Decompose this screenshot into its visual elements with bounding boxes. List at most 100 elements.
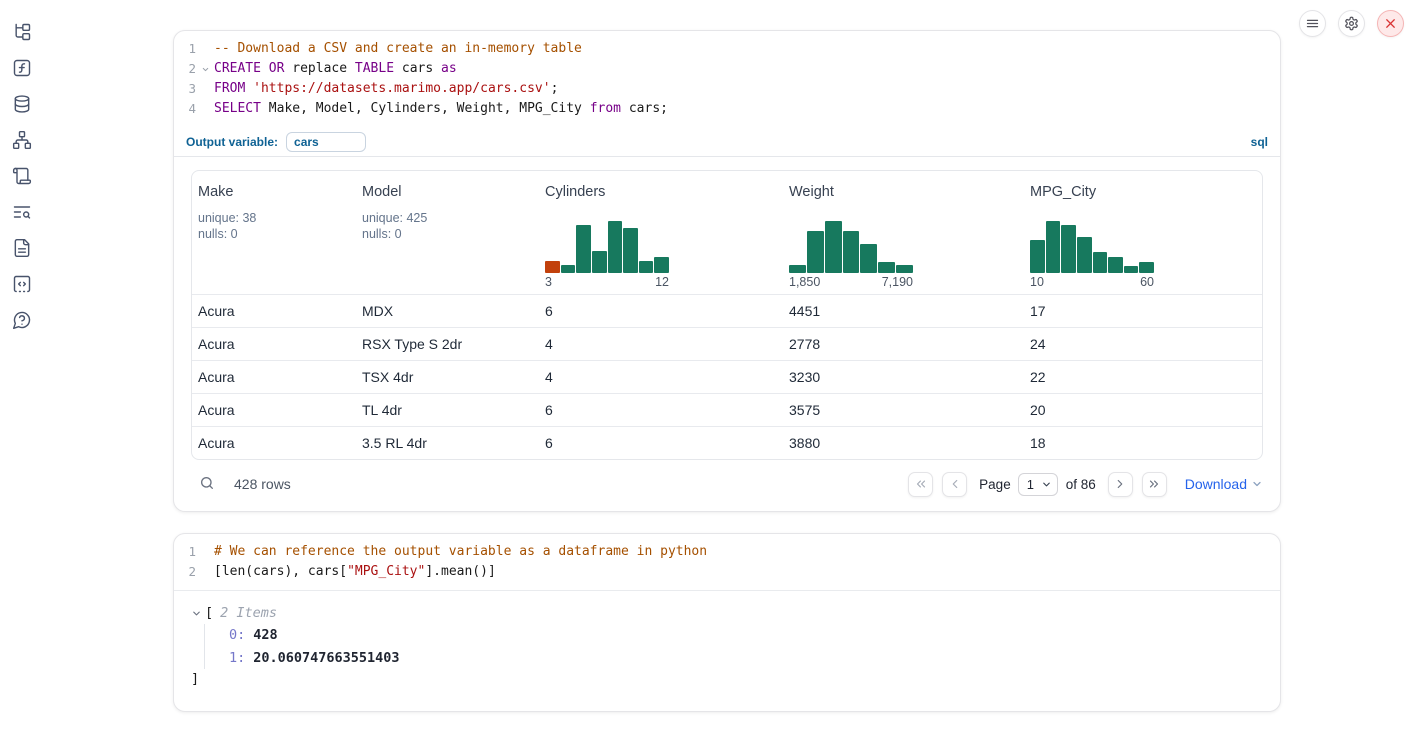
output-variable-input[interactable] <box>286 132 366 152</box>
histogram-max-label: 60 <box>1140 275 1154 289</box>
histogram-bar <box>545 261 560 273</box>
column-stat: unique: 425 <box>362 210 533 226</box>
help-icon[interactable] <box>12 310 32 330</box>
list-open-bracket: [ <box>205 605 213 621</box>
histogram-bar <box>654 257 669 273</box>
dependency-graph-icon[interactable] <box>12 130 32 150</box>
chevrons-left-icon <box>914 477 928 491</box>
python-cell-output: [ 2 Items 0:428 1:20.060747663551403 ] <box>174 591 1280 689</box>
functions-icon[interactable] <box>12 58 32 78</box>
histogram-max-label: 7,190 <box>882 275 913 289</box>
histogram-min-label: 3 <box>545 275 552 289</box>
histogram-bar <box>1124 266 1139 273</box>
table-header-row: Makeunique: 38nulls: 0Modelunique: 425nu… <box>192 171 1262 294</box>
collapse-chevron-icon[interactable] <box>191 607 204 620</box>
column-stat: unique: 38 <box>198 210 350 226</box>
column-label[interactable]: MPG_City <box>1030 184 1096 200</box>
histogram-bars <box>1030 221 1154 273</box>
code-token: CREATE <box>214 61 261 76</box>
histogram: 1060 <box>1030 221 1154 289</box>
sql-cell-footer: Output variable: sql <box>174 127 1280 157</box>
column-stats: unique: 425nulls: 0 <box>362 210 533 242</box>
column-label[interactable]: Weight <box>789 184 834 200</box>
histogram-axis-labels: 1,8507,190 <box>789 275 913 289</box>
documentation-icon[interactable] <box>12 238 32 258</box>
table-row: AcuraTL 4dr6357520 <box>192 393 1262 426</box>
column-label[interactable]: Make <box>198 184 233 200</box>
code-line: 3FROM 'https://datasets.marimo.app/cars.… <box>174 79 1280 99</box>
histogram-bars <box>789 221 913 273</box>
shutdown-close-icon[interactable] <box>1377 10 1404 37</box>
histogram-bar <box>789 265 806 273</box>
table-cell: Acura <box>192 303 356 319</box>
page-select[interactable]: 1 <box>1018 473 1058 496</box>
table-body: AcuraMDX6445117AcuraRSX Type S 2dr427782… <box>192 294 1262 459</box>
first-page-button[interactable] <box>908 472 933 497</box>
cell-language-badge[interactable]: sql <box>1251 135 1268 149</box>
code-token: from <box>590 101 621 116</box>
menu-icon[interactable] <box>1299 10 1326 37</box>
logs-icon[interactable] <box>12 166 32 186</box>
chevrons-right-icon <box>1147 477 1161 491</box>
histogram-bars <box>545 221 669 273</box>
search-icon[interactable] <box>197 474 217 494</box>
table-cell: TL 4dr <box>356 402 539 418</box>
table-footer: 428 rows Page 1 of 86 Dow <box>191 469 1263 499</box>
column-stat: nulls: 0 <box>198 226 350 242</box>
list-item-value: 428 <box>253 627 277 643</box>
file-explorer-icon[interactable] <box>12 22 32 42</box>
histogram-bar <box>1077 237 1092 273</box>
code-token: Make, Model, Cylinders, Weight, MPG_City <box>261 101 590 116</box>
table-cell: 3230 <box>783 369 1024 385</box>
table-cell: 18 <box>1024 435 1262 451</box>
list-item-index: 1: <box>229 650 245 666</box>
python-code-editor[interactable]: 1 # We can reference the output variable … <box>174 534 1280 590</box>
search-logs-icon[interactable] <box>12 202 32 222</box>
table-cell: Acura <box>192 336 356 352</box>
histogram-bar <box>561 265 576 273</box>
fold-chevron-icon[interactable] <box>196 59 214 79</box>
column-label[interactable]: Cylinders <box>545 184 605 200</box>
code-line: 2CREATE OR replace TABLE cars as <box>174 59 1280 79</box>
column-stat: nulls: 0 <box>362 226 533 242</box>
table-row: AcuraTSX 4dr4323022 <box>192 360 1262 393</box>
list-close-bracket: ] <box>191 669 1280 689</box>
row-count: 428 rows <box>234 476 291 492</box>
histogram-bar <box>1108 257 1123 273</box>
code-token: # We can reference the output variable a… <box>214 544 707 559</box>
code-text: SELECT Make, Model, Cylinders, Weight, M… <box>214 99 668 119</box>
column-label[interactable]: Model <box>362 184 402 200</box>
next-page-button[interactable] <box>1108 472 1133 497</box>
histogram-bar <box>1046 221 1061 273</box>
code-token: [len(cars), cars[ <box>214 564 347 579</box>
table-cell: 4451 <box>783 303 1024 319</box>
code-token: cars <box>394 61 441 76</box>
snippets-icon[interactable] <box>12 274 32 294</box>
code-line: 1-- Download a CSV and create an in-memo… <box>174 39 1280 59</box>
table-column-header: MPG_City 1060 <box>1024 171 1262 294</box>
page-label: Page <box>979 477 1011 492</box>
code-token: ; <box>551 81 559 96</box>
table-cell: MDX <box>356 303 539 319</box>
sql-code-editor[interactable]: 1-- Download a CSV and create an in-memo… <box>174 31 1280 127</box>
fold-gutter <box>196 79 214 99</box>
table-cell: 2778 <box>783 336 1024 352</box>
list-item: 0:428 <box>229 624 1280 647</box>
histogram: 1,8507,190 <box>789 221 913 289</box>
line-number: 1 <box>174 542 196 562</box>
table-cell: Acura <box>192 369 356 385</box>
histogram-axis-labels: 312 <box>545 275 669 289</box>
last-page-button[interactable] <box>1142 472 1167 497</box>
data-table: Makeunique: 38nulls: 0Modelunique: 425nu… <box>191 170 1263 460</box>
previous-page-button[interactable] <box>942 472 967 497</box>
chevron-down-icon <box>1251 478 1263 490</box>
histogram-bar <box>576 225 591 273</box>
table-cell: 3575 <box>783 402 1024 418</box>
code-text: # We can reference the output variable a… <box>214 542 707 562</box>
download-button[interactable]: Download <box>1185 476 1263 492</box>
table-cell: RSX Type S 2dr <box>356 336 539 352</box>
settings-gear-icon[interactable] <box>1338 10 1365 37</box>
code-token: -- Download a CSV and create an in-memor… <box>214 41 582 56</box>
data-sources-icon[interactable] <box>12 94 32 114</box>
histogram-bar <box>1061 225 1076 273</box>
